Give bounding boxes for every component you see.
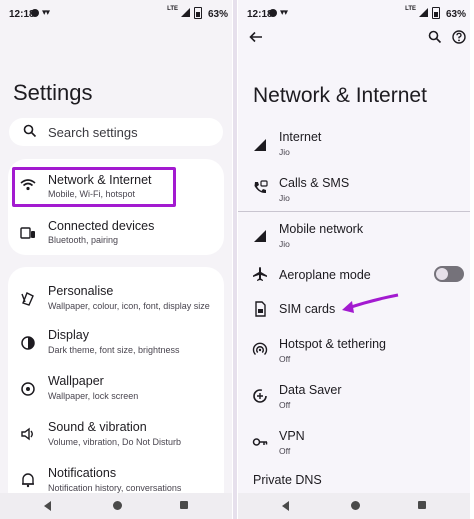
bell-icon bbox=[22, 473, 34, 488]
highlight-box bbox=[12, 167, 176, 207]
settings-item-wallpaper[interactable]: Wallpaper Wallpaper, lock screen bbox=[8, 369, 224, 415]
recents-nav-icon[interactable] bbox=[418, 501, 426, 509]
navigation-bar bbox=[238, 493, 470, 519]
signal-icon bbox=[181, 8, 190, 17]
network-item-subtitle: Off bbox=[279, 400, 291, 410]
search-input[interactable]: Search settings bbox=[9, 118, 223, 146]
battery-icon bbox=[194, 7, 202, 19]
settings-group-appearance: Personalise Wallpaper, colour, icon, fon… bbox=[8, 267, 224, 519]
signal-icon bbox=[254, 230, 266, 242]
vpn-key-icon bbox=[252, 438, 268, 446]
network-item-subtitle: Off bbox=[279, 446, 291, 456]
settings-item-subtitle: Dark theme, font size, brightness bbox=[48, 345, 180, 355]
home-nav-icon[interactable] bbox=[113, 501, 122, 510]
aeroplane-mode-toggle[interactable] bbox=[434, 266, 464, 282]
status-bar: 12:18 ▾▾ LTE 63% bbox=[238, 0, 470, 28]
settings-item-title: Sound & vibration bbox=[48, 420, 147, 434]
page-title: Network & Internet bbox=[253, 84, 427, 107]
battery-percent: 63% bbox=[207, 9, 228, 20]
notification-dot-icon bbox=[269, 9, 277, 17]
settings-item-subtitle: Wallpaper, lock screen bbox=[48, 391, 139, 401]
network-item-vpn[interactable]: VPN Off bbox=[238, 421, 470, 465]
devices-icon bbox=[20, 227, 35, 239]
network-item-subtitle: Jio bbox=[279, 239, 290, 249]
toggle-knob bbox=[436, 268, 448, 280]
display-icon bbox=[21, 336, 35, 350]
settings-item-title: Personalise bbox=[48, 284, 114, 298]
status-bar: 12:18 ▾▾ LTE 63% bbox=[0, 0, 232, 28]
network-item-calls-sms[interactable]: Calls & SMS Jio bbox=[238, 166, 470, 210]
hotspot-icon bbox=[252, 342, 268, 356]
wallpaper-icon bbox=[21, 382, 35, 396]
network-type: LTE bbox=[405, 6, 416, 12]
network-item-mobile-network[interactable]: Mobile network Jio bbox=[238, 213, 470, 259]
network-type: LTE bbox=[167, 6, 178, 12]
settings-item-title: Connected devices bbox=[48, 219, 155, 233]
search-placeholder: Search settings bbox=[48, 125, 138, 140]
calls-sms-icon bbox=[254, 180, 268, 194]
section-divider bbox=[238, 211, 470, 212]
sound-icon bbox=[21, 427, 33, 441]
back-arrow-icon[interactable] bbox=[249, 30, 263, 44]
navigation-bar bbox=[0, 493, 232, 519]
back-nav-icon[interactable] bbox=[44, 501, 51, 511]
settings-item-title: Wallpaper bbox=[48, 374, 104, 388]
settings-item-personalise[interactable]: Personalise Wallpaper, colour, icon, fon… bbox=[8, 277, 224, 323]
battery-icon bbox=[432, 7, 440, 19]
search-icon[interactable] bbox=[428, 30, 442, 44]
recents-nav-icon[interactable] bbox=[180, 501, 188, 509]
network-item-internet[interactable]: Internet Jio bbox=[238, 120, 470, 166]
network-item-data-saver[interactable]: Data Saver Off bbox=[238, 375, 470, 419]
network-item-title: Aeroplane mode bbox=[279, 268, 371, 282]
home-nav-icon[interactable] bbox=[351, 501, 360, 510]
network-item-subtitle: Off bbox=[279, 354, 291, 364]
sim-icon bbox=[255, 301, 266, 317]
help-icon[interactable] bbox=[452, 30, 466, 44]
back-nav-icon[interactable] bbox=[282, 501, 289, 511]
battery-percent: 63% bbox=[445, 9, 466, 20]
settings-item-connected-devices[interactable]: Connected devices Bluetooth, pairing bbox=[8, 207, 224, 255]
page-title: Settings bbox=[13, 80, 93, 105]
settings-screen: 12:18 ▾▾ LTE 63% Settings Search setting… bbox=[0, 0, 232, 519]
settings-item-title: Notifications bbox=[48, 466, 117, 480]
settings-item-subtitle: Bluetooth, pairing bbox=[48, 235, 119, 245]
screen-divider bbox=[233, 0, 237, 519]
network-internet-screen: 12:18 ▾▾ LTE 63% Network & Internet Inte… bbox=[238, 0, 470, 519]
network-item-title: Internet bbox=[279, 130, 322, 144]
network-item-title: Mobile network bbox=[279, 222, 364, 236]
voicemail-icon: ▾▾ bbox=[280, 7, 288, 17]
search-icon bbox=[23, 124, 37, 138]
network-item-title: VPN bbox=[279, 429, 305, 443]
signal-icon bbox=[254, 139, 266, 151]
settings-item-subtitle: Notification history, conversations bbox=[48, 483, 182, 493]
network-item-title: Data Saver bbox=[279, 383, 342, 397]
settings-item-sound[interactable]: Sound & vibration Volume, vibration, Do … bbox=[8, 415, 224, 461]
network-item-subtitle: Jio bbox=[279, 193, 290, 203]
personalise-icon bbox=[21, 292, 34, 306]
settings-item-display[interactable]: Display Dark theme, font size, brightnes… bbox=[8, 323, 224, 369]
airplane-icon bbox=[253, 267, 267, 281]
network-item-title: SIM cards bbox=[279, 302, 336, 316]
annotation-arrow-icon bbox=[342, 293, 399, 313]
network-item-title: Calls & SMS bbox=[279, 176, 350, 190]
network-item-private-dns[interactable]: Private DNS bbox=[253, 473, 322, 487]
settings-item-subtitle: Volume, vibration, Do Not Disturb bbox=[48, 437, 182, 447]
network-item-hotspot[interactable]: Hotspot & tethering Off bbox=[238, 329, 470, 373]
settings-item-title: Display bbox=[48, 328, 89, 342]
signal-icon bbox=[419, 8, 428, 17]
settings-item-subtitle: Wallpaper, colour, icon, font, display s… bbox=[48, 301, 210, 311]
network-item-subtitle: Jio bbox=[279, 147, 290, 157]
data-saver-icon bbox=[253, 389, 267, 403]
notification-dot-icon bbox=[31, 9, 39, 17]
voicemail-icon: ▾▾ bbox=[42, 7, 50, 17]
network-item-title: Hotspot & tethering bbox=[279, 337, 387, 351]
